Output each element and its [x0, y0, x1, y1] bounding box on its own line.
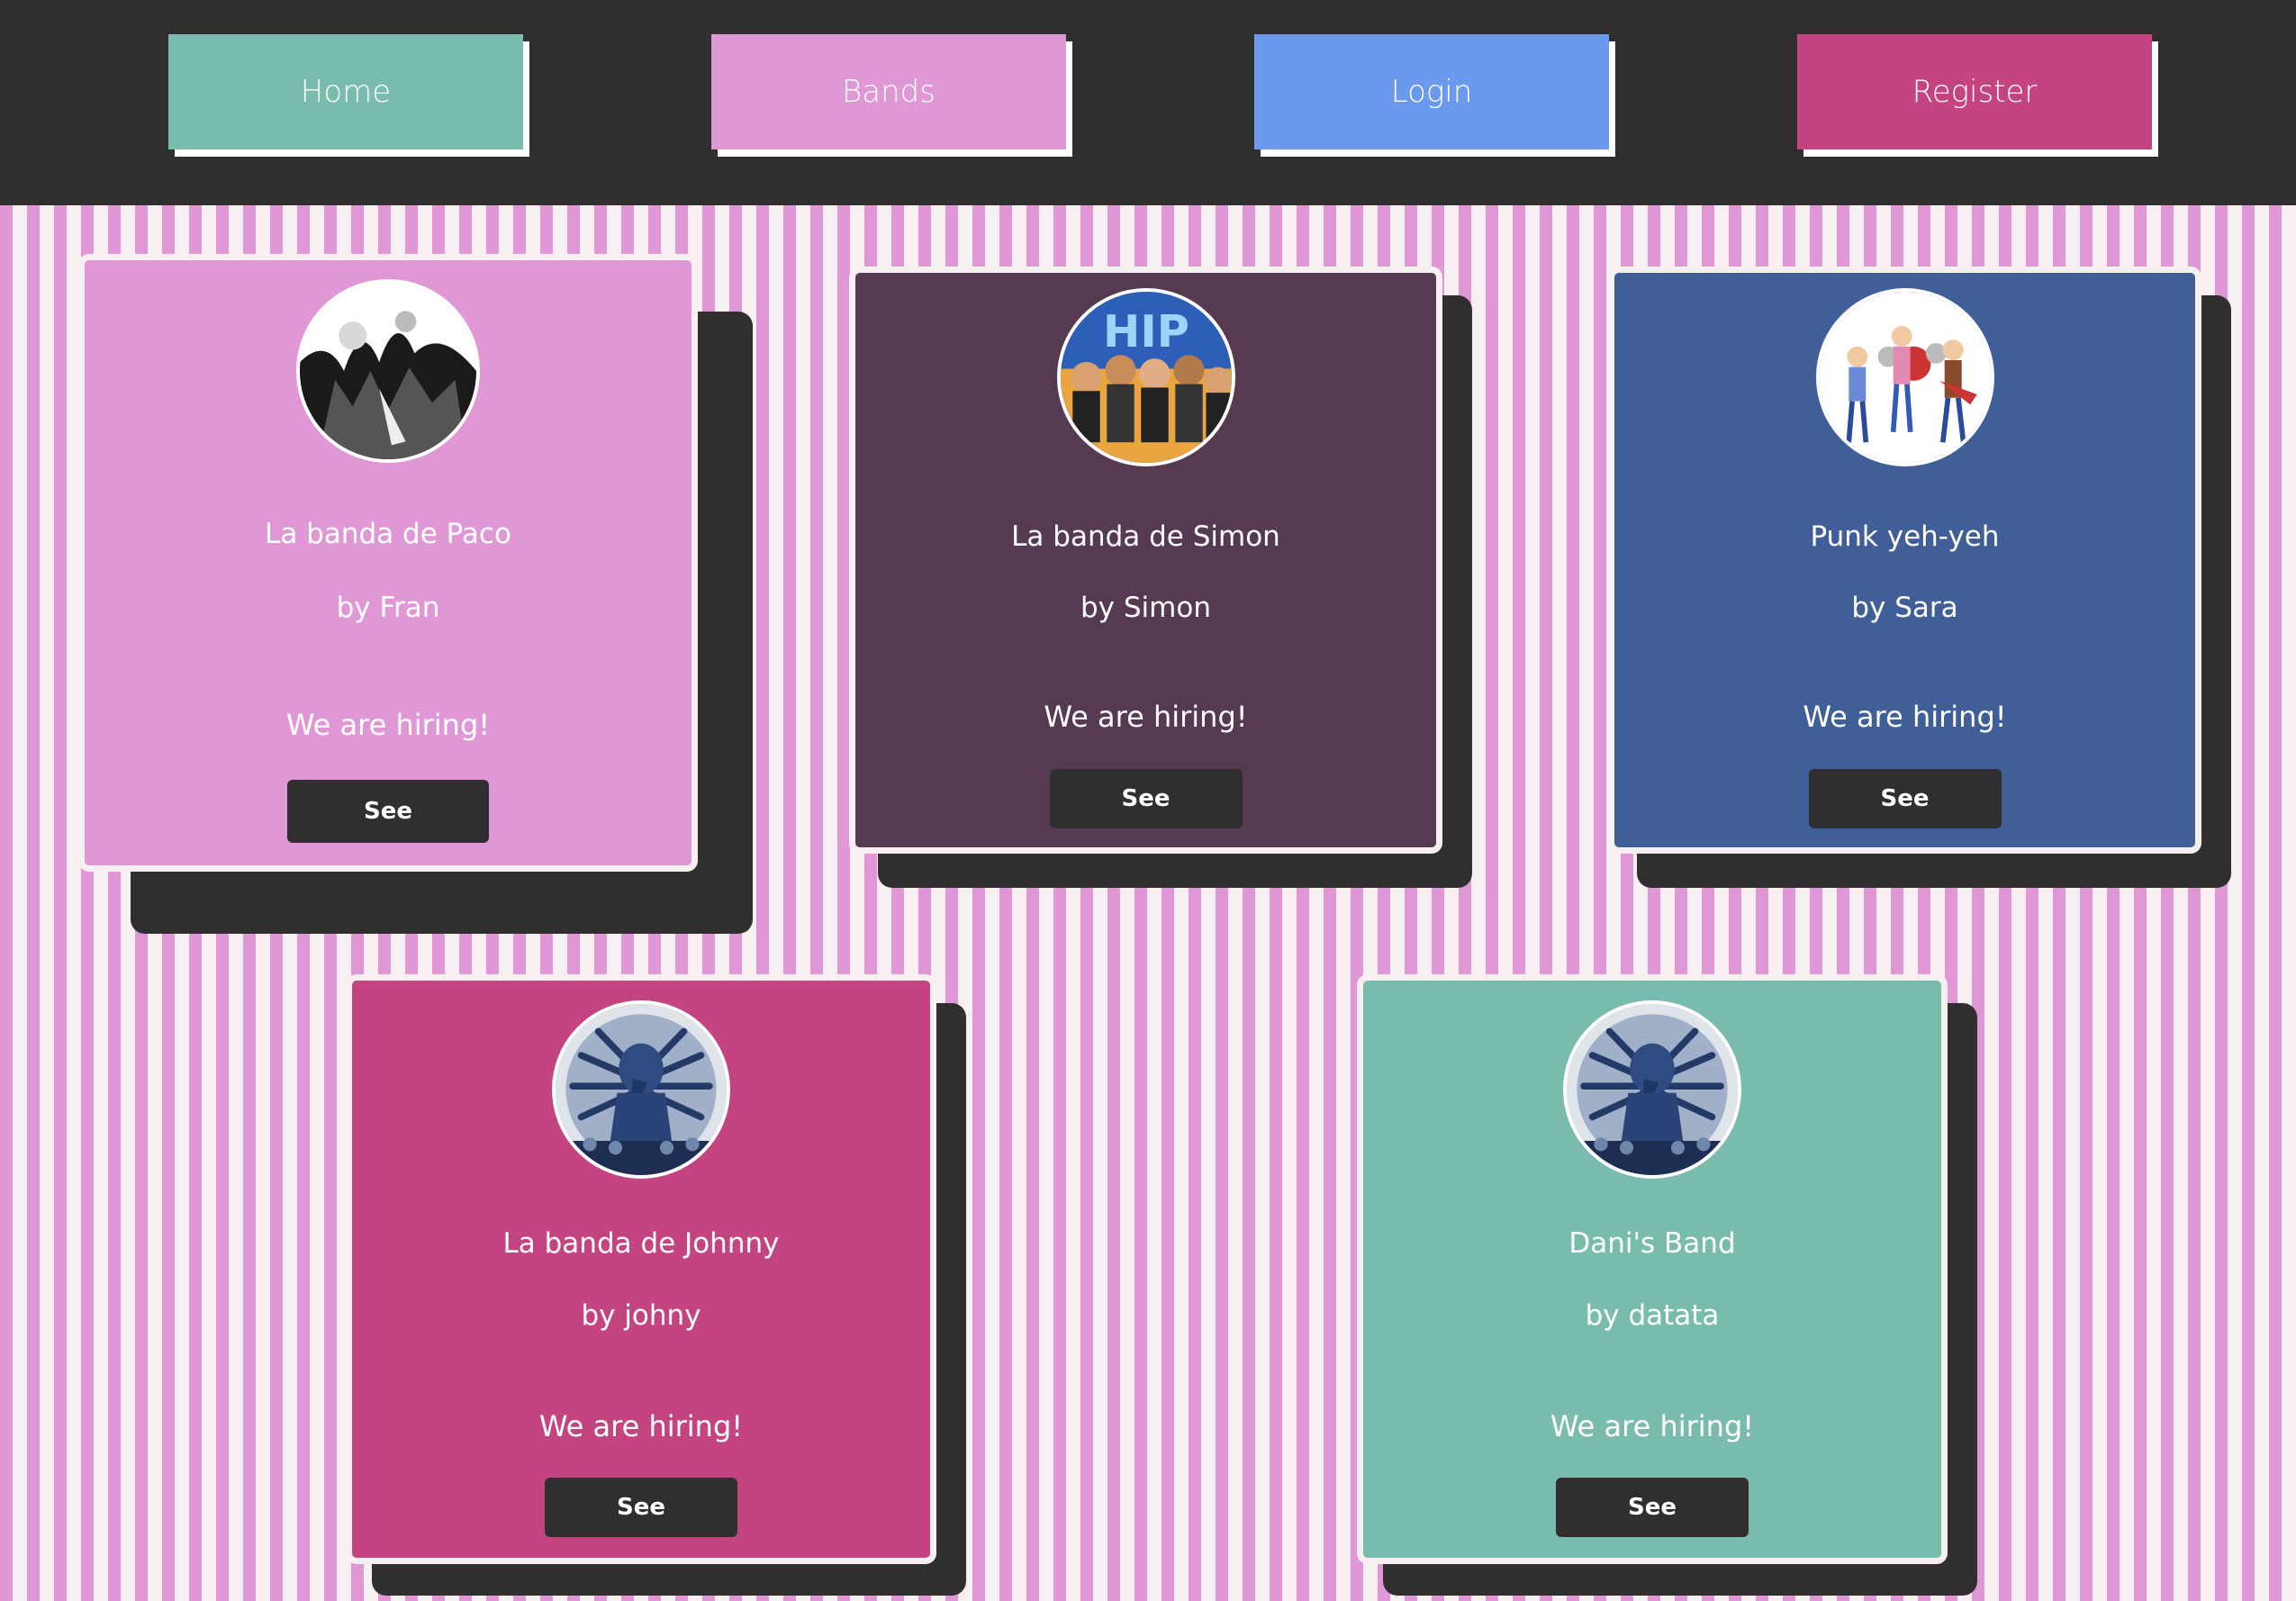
band-owner: by Fran: [336, 592, 440, 624]
band-card: Dani's Band by datata We are hiring! See: [1357, 974, 1948, 1564]
band-card: La banda de Paco by Fran We are hiring! …: [78, 254, 698, 872]
band-card: Punk yeh-yeh by Sara We are hiring! See: [1608, 267, 2201, 854]
band-owner: by datata: [1585, 1299, 1720, 1332]
hiphop-crew-icon: HIP: [1056, 288, 1235, 466]
band-name: Dani's Band: [1568, 1227, 1736, 1260]
hiring-status: We are hiring!: [1550, 1409, 1755, 1443]
svg-text:HIP: HIP: [1103, 305, 1189, 357]
band-name: La banda de Paco: [265, 518, 511, 550]
hiring-status: We are hiring!: [285, 708, 491, 742]
concert-photo-icon: [296, 279, 480, 463]
band-owner: by Sara: [1851, 592, 1958, 624]
hiring-status: We are hiring!: [1803, 700, 2007, 734]
see-band-button[interactable]: See: [545, 1478, 737, 1537]
see-band-button[interactable]: See: [1808, 769, 2002, 828]
nav-login-button[interactable]: Login: [1254, 34, 1609, 149]
see-band-button[interactable]: See: [287, 780, 489, 843]
hiring-status: We are hiring!: [1044, 700, 1248, 734]
band-name: La banda de Johnny: [502, 1227, 780, 1260]
deity-illustration-icon: [552, 1000, 730, 1179]
band-name: La banda de Simon: [1011, 520, 1280, 553]
nav-home-button[interactable]: Home: [168, 34, 523, 149]
band-owner: by Simon: [1080, 592, 1211, 624]
band-owner: by johny: [581, 1299, 701, 1332]
hiring-status: We are hiring!: [538, 1409, 744, 1443]
band-card: HIP La banda de Simon by Simon We are hi…: [849, 267, 1442, 854]
band-card: La banda de Johnny by johny We are hirin…: [346, 974, 936, 1564]
deity-illustration-icon: [1563, 1000, 1741, 1179]
see-band-button[interactable]: See: [1049, 769, 1243, 828]
nav-register-button[interactable]: Register: [1797, 34, 2152, 149]
cartoon-band-icon: [1815, 288, 1994, 466]
nav-bands-button[interactable]: Bands: [711, 34, 1066, 149]
see-band-button[interactable]: See: [1556, 1478, 1749, 1537]
band-name: Punk yeh-yeh: [1810, 520, 2000, 553]
top-nav-bar: Home Bands Login Register: [0, 0, 2296, 205]
